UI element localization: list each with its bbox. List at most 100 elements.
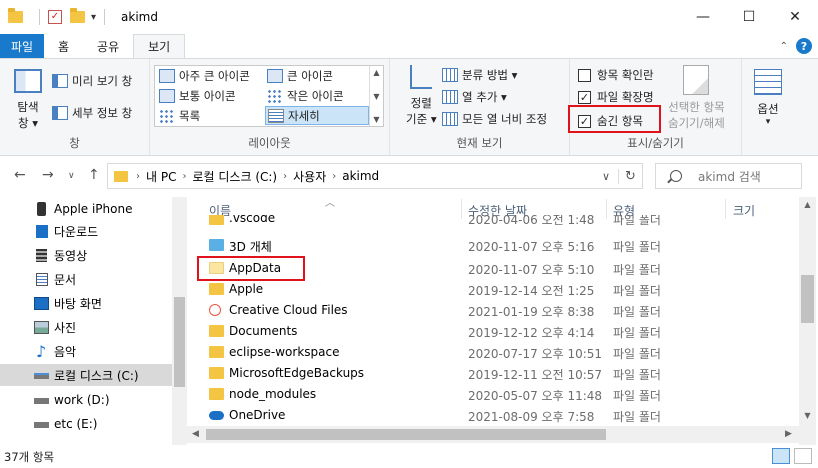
file-list-vertical-scrollbar[interactable]: ▲ ▼ <box>799 197 816 445</box>
properties-icon[interactable]: ✓ <box>48 10 62 24</box>
file-type: 파일 폴더 <box>613 389 661 403</box>
table-row[interactable]: Apple 2019-12-14 오전 1:25 파일 폴더 <box>187 279 799 300</box>
scrollbar-thumb[interactable] <box>174 297 185 387</box>
breadcrumb-users[interactable]: 사용자 <box>293 168 326 185</box>
preview-pane-button[interactable]: 미리 보기 창 <box>52 73 132 89</box>
search-box[interactable]: akimd 검색 <box>655 163 802 189</box>
refresh-icon[interactable]: ↻ <box>618 168 642 184</box>
table-row[interactable]: .vscode 2020-04-06 오전 1:48 파일 폴더 <box>187 215 799 229</box>
scroll-down-icon[interactable]: ▼ <box>799 411 816 420</box>
layout-details[interactable]: 자세히 <box>265 106 369 125</box>
nav-item-downloads[interactable]: 다운로드 <box>0 220 172 242</box>
layout-gallery-scroll[interactable]: ▲ ▼ ▼ <box>369 66 383 126</box>
layout-extra-large-icons[interactable]: 아주 큰 아이콘 <box>159 68 250 84</box>
sort-label: 정렬 <box>410 96 432 110</box>
table-row[interactable]: Documents 2019-12-12 오후 4:14 파일 폴더 <box>187 321 799 342</box>
chevron-right-icon[interactable]: › <box>332 171 336 182</box>
file-name: Apple <box>229 282 264 296</box>
checkbox-checked[interactable]: ✓ <box>578 90 591 104</box>
scroll-left-icon[interactable]: ◀ <box>192 429 199 439</box>
tab-file[interactable]: 파일 <box>0 34 44 58</box>
options-button[interactable]: 옵션 ▾ <box>754 69 782 127</box>
table-row[interactable]: eclipse-workspace 2020-07-17 오후 10:51 파일… <box>187 342 799 363</box>
tab-home[interactable]: 홈 <box>44 34 83 58</box>
recent-dropdown-icon[interactable]: ∨ <box>68 171 75 181</box>
sort-by-button[interactable]: 정렬 기준 ▾ <box>406 65 437 127</box>
minimize-icon[interactable]: — <box>680 0 726 34</box>
new-folder-icon[interactable] <box>70 8 85 23</box>
layout-small-icons[interactable]: 작은 아이콘 <box>267 88 344 104</box>
details-icon <box>268 108 284 123</box>
scrollbar-thumb[interactable] <box>801 275 814 323</box>
nav-item-desktop[interactable]: 바탕 화면 <box>0 292 172 314</box>
details-pane-button[interactable]: 세부 정보 창 <box>52 105 132 121</box>
group-by-button[interactable]: 분류 방법 ▾ <box>442 67 517 83</box>
nav-item-documents[interactable]: 문서 <box>0 268 172 290</box>
table-row[interactable]: MicrosoftEdgeBackups 2019-12-11 오전 10:57… <box>187 363 799 384</box>
nav-item-label: 문서 <box>54 272 77 287</box>
forward-arrow-icon[interactable]: → <box>42 167 54 183</box>
chevron-down-icon[interactable]: ▼ <box>373 92 379 101</box>
checkbox-unchecked[interactable] <box>578 68 591 82</box>
add-columns-button[interactable]: 열 추가 ▾ <box>442 89 507 105</box>
details-view-icon[interactable] <box>772 448 790 464</box>
details-pane-label: 세부 정보 창 <box>72 106 133 120</box>
table-row[interactable]: OneDrive 2021-08-09 오후 7:58 파일 폴더 <box>187 405 799 426</box>
collapse-ribbon-icon[interactable]: ⌃ <box>780 41 788 52</box>
layout-medium-icons[interactable]: 보통 아이콘 <box>159 88 236 104</box>
address-bar[interactable]: › 내 PC › 로컬 디스크 (C:) › 사용자 › akimd ∨ ↻ <box>107 163 643 189</box>
search-input[interactable]: akimd 검색 <box>698 168 761 185</box>
close-icon[interactable]: ✕ <box>772 0 818 34</box>
table-row[interactable]: node_modules 2020-05-07 오후 11:48 파일 폴더 <box>187 384 799 405</box>
large-icons-view-icon[interactable] <box>794 448 812 464</box>
chevron-right-icon[interactable]: › <box>283 171 287 182</box>
navigation-pane-button[interactable]: 탐색 창 ▾ <box>14 69 42 131</box>
nav-item-pictures[interactable]: 사진 <box>0 316 172 338</box>
tab-view[interactable]: 보기 <box>133 34 186 58</box>
more-icon[interactable]: ▼ <box>373 115 379 124</box>
nav-item-videos[interactable]: 동영상 <box>0 244 172 266</box>
navigation-pane-scrollbar[interactable] <box>172 197 187 445</box>
chevron-right-icon[interactable]: › <box>182 171 186 182</box>
nav-item-music[interactable]: ♪ 음악 <box>0 340 172 362</box>
size-all-columns-button[interactable]: 모든 열 너비 조정 <box>442 111 547 127</box>
large-icons-icon <box>267 69 283 83</box>
nav-item-etc-e[interactable]: etc (E:) <box>0 413 172 435</box>
tab-share[interactable]: 공유 <box>83 34 133 58</box>
ribbon-right-controls: ⌃ ? <box>780 38 812 54</box>
drive-icon <box>34 373 49 379</box>
options-label: 옵션 <box>757 102 779 116</box>
nav-item-local-disk-c[interactable]: 로컬 디스크 (C:) <box>0 364 172 386</box>
breadcrumb-this-pc[interactable]: 내 PC <box>146 168 176 185</box>
nav-item-work-d[interactable]: work (D:) <box>0 389 172 411</box>
extra-large-icons-icon <box>159 69 175 83</box>
nav-item-label: 다운로드 <box>54 224 99 239</box>
chevron-up-icon[interactable]: ▲ <box>373 68 379 77</box>
chevron-right-icon[interactable]: › <box>136 171 140 182</box>
layout-list[interactable]: 목록 <box>159 108 200 124</box>
nav-item-apple-iphone[interactable]: Apple iPhone <box>0 198 172 220</box>
file-type: 파일 폴더 <box>613 284 661 298</box>
file-list-horizontal-scrollbar[interactable]: ◀ ▶ <box>187 426 799 443</box>
hide-selected-button[interactable]: 선택한 항목 숨기기/해제 <box>668 65 725 131</box>
scroll-right-icon[interactable]: ▶ <box>785 429 792 439</box>
folder-icon <box>114 170 128 182</box>
breadcrumb-akimd[interactable]: akimd <box>342 169 379 183</box>
help-icon[interactable]: ? <box>796 38 812 54</box>
back-arrow-icon[interactable]: ← <box>14 167 26 183</box>
item-checkboxes-toggle[interactable]: 항목 확인란 <box>578 67 654 83</box>
table-row[interactable]: Creative Cloud Files 2021-01-19 오후 8:38 … <box>187 300 799 321</box>
scrollbar-thumb[interactable] <box>206 429 606 440</box>
chevron-down-icon[interactable]: ∨ <box>594 170 618 183</box>
customize-dropdown-icon[interactable]: ▾ <box>91 12 96 23</box>
layout-label: 작은 아이콘 <box>287 89 344 103</box>
maximize-icon[interactable]: ☐ <box>726 0 772 34</box>
layout-large-icons[interactable]: 큰 아이콘 <box>267 68 333 84</box>
table-row[interactable]: 3D 개체 2020-11-07 오후 5:16 파일 폴더 <box>187 235 799 256</box>
title-bar: ✓ ▾ akimd — ☐ ✕ <box>0 0 818 34</box>
pictures-icon <box>34 320 49 334</box>
file-extensions-toggle[interactable]: ✓ 파일 확장명 <box>578 89 654 105</box>
scroll-up-icon[interactable]: ▲ <box>799 200 816 209</box>
breadcrumb-local-disk[interactable]: 로컬 디스크 (C:) <box>192 168 277 185</box>
up-arrow-icon[interactable]: ↑ <box>88 167 100 183</box>
